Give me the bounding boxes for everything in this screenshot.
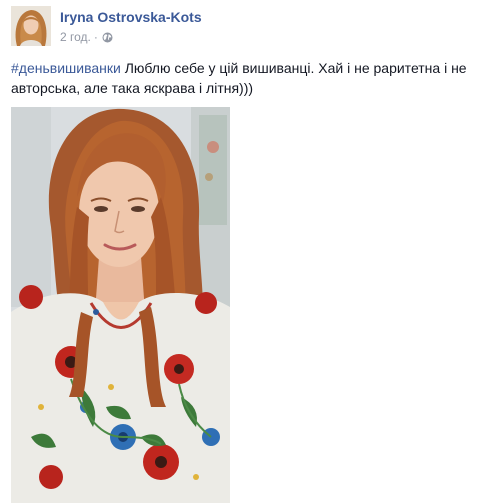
hashtag-link[interactable]: #деньвишиванки <box>11 60 121 76</box>
post-timestamp[interactable]: 2 год. <box>60 30 91 44</box>
author-name-link[interactable]: Iryna Ostrovska-Kots <box>60 9 202 25</box>
post-photo[interactable] <box>11 107 230 503</box>
meta-separator: · <box>93 30 98 44</box>
author-avatar[interactable] <box>11 6 51 46</box>
post-meta: 2 год. · <box>60 30 113 44</box>
post-message: #деньвишиванки Люблю себе у цій вишиванц… <box>11 58 479 98</box>
globe-icon[interactable] <box>102 32 113 43</box>
feed-post: Iryna Ostrovska-Kots 2 год. · #деньвишив… <box>0 0 486 503</box>
post-header: Iryna Ostrovska-Kots 2 год. · <box>11 6 471 48</box>
